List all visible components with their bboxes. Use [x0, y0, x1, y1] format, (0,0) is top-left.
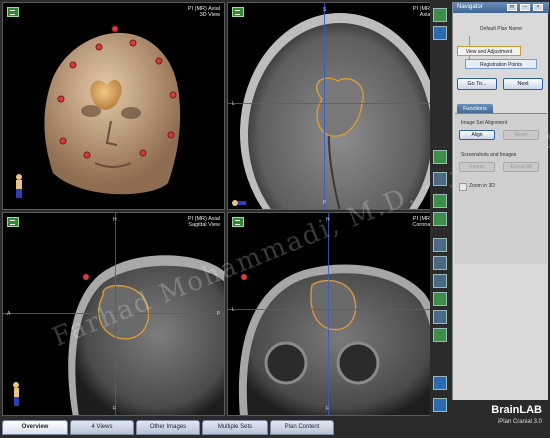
viewport-axial[interactable]: S L R P PI (MR) Axial Axial View — [227, 2, 450, 210]
crosshair-horizontal[interactable] — [3, 313, 224, 314]
mail-icon[interactable]: ✉ — [507, 4, 517, 11]
close-icon[interactable]: × — [533, 4, 543, 11]
view-name: Sagittal View — [188, 222, 220, 228]
minimize-icon[interactable]: – — [520, 4, 530, 11]
alignment-label: Image Set Alignment — [461, 120, 508, 126]
fiducial-marker — [69, 61, 77, 69]
view-menu-button[interactable] — [7, 217, 19, 227]
workflow-step-next[interactable]: Registration Points — [465, 59, 537, 69]
viewport-sagittal[interactable]: H A P F PI (MR) Axial Sagittal View — [2, 212, 225, 416]
workflow-step-active[interactable]: View and Adjustment — [457, 46, 521, 56]
axial-mri-slice — [240, 13, 440, 209]
percent-icon[interactable] — [433, 310, 447, 324]
viewport-label: PI (MR) Axial Sagittal View — [188, 216, 220, 228]
windowing-icon[interactable] — [433, 274, 447, 288]
brand-area: BrainLAB iPlan Cranial 3.0 — [452, 400, 548, 436]
pan-icon[interactable] — [433, 172, 447, 186]
orientation-left: L — [232, 307, 235, 313]
help-icon[interactable] — [433, 376, 447, 390]
orientation-left: A — [7, 311, 11, 317]
sagittal-mri-slice — [68, 255, 224, 415]
crosshair-horizontal[interactable] — [228, 309, 449, 310]
tool-column — [430, 2, 450, 416]
wrench-icon[interactable] — [433, 26, 447, 40]
navigator-panel: Navigator ✉ – × Default Plan Name View a… — [452, 2, 549, 416]
crosshair-horizontal[interactable] — [228, 103, 449, 104]
orientation-bottom: F — [113, 406, 117, 412]
fiducial-marker — [83, 151, 91, 159]
bottom-tab-bar: Overview 4 Views Other Images Multiple S… — [0, 418, 452, 438]
tab-plan-content[interactable]: Plan Content — [270, 420, 334, 435]
crosshair-vertical[interactable] — [115, 213, 116, 415]
crosshair-vertical[interactable] — [328, 213, 329, 415]
orientation-right: P — [216, 311, 220, 317]
orientation-left: L — [232, 101, 235, 107]
orientation-figure-icon — [13, 382, 19, 406]
tab-multiple-sets[interactable]: Multiple Sets — [202, 420, 268, 435]
viewport-coronal[interactable]: H L R F PI (MR) Axial Coronal View — [227, 212, 450, 416]
orientation-bottom: P — [323, 200, 327, 206]
export-all-button[interactable]: Export All — [503, 162, 539, 172]
viewport-label: PI (MR) Axial 3D View — [188, 6, 220, 18]
navigator-header: Navigator ✉ – × — [453, 2, 549, 13]
product-name: iPlan Cranial 3.0 — [497, 419, 542, 425]
viewport-3d[interactable]: PI (MR) Axial 3D View — [2, 2, 225, 210]
orientation-top: S — [323, 7, 327, 13]
crosshair-vertical[interactable] — [324, 3, 325, 209]
fiducial-marker — [57, 95, 65, 103]
view-menu-button[interactable] — [232, 7, 244, 17]
measure-icon[interactable] — [433, 256, 447, 270]
view-menu-button[interactable] — [7, 7, 19, 17]
view-menu-button[interactable] — [232, 217, 244, 227]
fiducial-marker — [155, 57, 163, 65]
orientation-figure-icon — [232, 200, 246, 206]
screenshots-label: Screenshots and Images — [461, 152, 517, 158]
fiducial-marker — [95, 43, 103, 51]
goto-button[interactable]: Go To... — [457, 78, 497, 90]
coronal-mri-slice — [238, 264, 443, 415]
layers-icon[interactable] — [433, 150, 447, 164]
fiducial-marker — [129, 39, 137, 47]
navigator-title: Navigator — [457, 4, 483, 10]
reset-button[interactable]: Reset — [503, 130, 539, 140]
align-button[interactable]: Align — [459, 130, 495, 140]
fiducial-marker — [139, 149, 147, 157]
import-button[interactable]: Import — [459, 162, 495, 172]
fiducial-marker — [111, 25, 119, 33]
fiducial-marker — [169, 91, 177, 99]
zoom-3d-label: Zoom in 3D — [469, 183, 495, 189]
orientation-figure-icon — [16, 174, 22, 198]
fiducial-marker — [59, 137, 67, 145]
save-icon[interactable] — [433, 398, 447, 412]
fiducial-marker — [167, 131, 175, 139]
brand-logo: BrainLAB — [491, 404, 542, 416]
tab-4-views[interactable]: 4 Views — [70, 420, 134, 435]
plan-name: Default Plan Name — [480, 26, 522, 32]
orientation-bottom: F — [326, 406, 330, 412]
zoom-in-icon[interactable] — [433, 194, 447, 208]
orientation-top: H — [326, 217, 330, 223]
next-button[interactable]: Next — [503, 78, 543, 90]
zoom-3d-checkbox[interactable] — [459, 183, 467, 191]
orientation-top: H — [113, 217, 117, 223]
flag-icon[interactable] — [433, 328, 447, 342]
tab-overview[interactable]: Overview — [2, 420, 68, 435]
crosshair-tool-icon[interactable] — [433, 238, 447, 252]
zoom-out-icon[interactable] — [433, 212, 447, 226]
tab-other-images[interactable]: Other Images — [136, 420, 200, 435]
move-icon[interactable] — [433, 292, 447, 306]
view-toggle-icon[interactable] — [433, 8, 447, 22]
view-name: 3D View — [199, 12, 220, 18]
fiducial-markers — [57, 25, 177, 159]
